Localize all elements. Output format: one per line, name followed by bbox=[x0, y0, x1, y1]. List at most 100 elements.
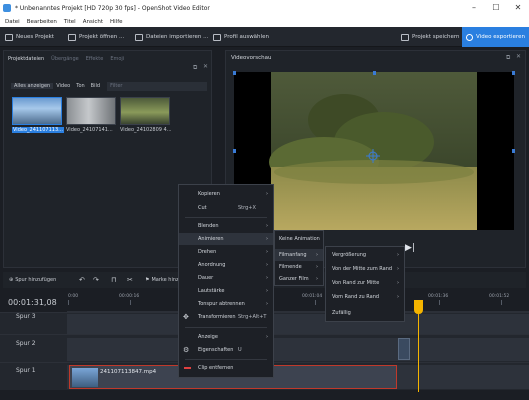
menu-title[interactable]: Titel bbox=[64, 19, 76, 25]
close-panel-icon[interactable]: ✕ bbox=[203, 63, 208, 70]
minimize-icon[interactable]: – bbox=[463, 0, 485, 16]
menu-item-layout[interactable]: Anordnung › bbox=[179, 259, 273, 271]
submenu-arrow-icon: › bbox=[266, 191, 268, 197]
file-thumbnail[interactable] bbox=[120, 97, 170, 125]
open-project-label: Projekt öffnen ... bbox=[79, 34, 125, 40]
file-thumbnail[interactable] bbox=[12, 97, 62, 125]
timeline-clip[interactable] bbox=[398, 338, 410, 360]
menu-item-label: Tonspur abtrennen bbox=[198, 301, 245, 307]
menu-item-edge-to-center[interactable]: Von Rand zur Mitte › bbox=[326, 277, 404, 289]
submenu-arrow-icon: › bbox=[316, 264, 318, 270]
submenu-arrow-icon: › bbox=[316, 252, 318, 258]
menu-item-cut[interactable]: Cut Strg+X bbox=[179, 202, 273, 214]
import-icon bbox=[135, 33, 143, 41]
clip-thumbnail bbox=[72, 368, 98, 387]
redo-icon[interactable]: ↷ bbox=[93, 274, 99, 286]
add-track-button[interactable]: ⊕ Spur hinzufügen bbox=[9, 274, 56, 286]
filter-all[interactable]: Alles anzeigen bbox=[11, 83, 54, 89]
close-icon[interactable]: ✕ bbox=[507, 0, 529, 16]
timeline-scrollbar[interactable] bbox=[68, 392, 529, 400]
menu-item-end[interactable]: Filmende › bbox=[275, 261, 323, 273]
menu-item-zoom[interactable]: Vergrößerung › bbox=[326, 249, 404, 261]
transform-handle[interactable] bbox=[512, 149, 515, 153]
menu-item-volume[interactable]: Lautstärke › bbox=[179, 285, 273, 297]
menu-item-duration[interactable]: Dauer › bbox=[179, 272, 273, 284]
menu-item-display[interactable]: Anzeige › bbox=[179, 331, 273, 343]
maximize-icon[interactable]: ☐ bbox=[485, 0, 507, 16]
filter-input[interactable]: Filter bbox=[107, 81, 208, 91]
track-area[interactable] bbox=[67, 314, 529, 334]
filter-video[interactable]: Video bbox=[53, 83, 73, 89]
menu-edit[interactable]: Bearbeiten bbox=[27, 19, 57, 25]
menu-item-remove-clip[interactable]: Clip entfernen bbox=[179, 362, 273, 374]
transform-handle[interactable] bbox=[512, 71, 515, 75]
file-label: Video_24102809 4... bbox=[120, 127, 172, 133]
menu-item-label: Ganzer Film bbox=[279, 276, 309, 282]
tab-transitions[interactable]: Übergänge bbox=[51, 56, 79, 62]
file-thumbnail[interactable] bbox=[66, 97, 116, 125]
undo-icon[interactable]: ↶ bbox=[79, 274, 85, 286]
import-files-button[interactable]: Dateien importieren ... bbox=[135, 30, 208, 44]
menu-view[interactable]: Ansicht bbox=[83, 19, 103, 25]
razor-icon[interactable]: ✂ bbox=[127, 274, 133, 286]
menu-item-no-animation[interactable]: Keine Animation bbox=[275, 233, 323, 245]
menu-item-label: Dauer bbox=[198, 275, 214, 281]
submenu-arrow-icon: › bbox=[397, 294, 399, 300]
menu-item-transform[interactable]: ✥ Transformieren Strg+Alt+T bbox=[179, 311, 273, 323]
video-frame[interactable] bbox=[233, 71, 515, 230]
menu-item-fade[interactable]: Blenden › bbox=[179, 220, 273, 232]
menu-file[interactable]: Datei bbox=[5, 19, 20, 25]
menu-item-label: Vergrößerung bbox=[332, 252, 367, 258]
menu-item-start[interactable]: Filmanfang › bbox=[275, 249, 323, 261]
submenu-arrow-icon: › bbox=[266, 334, 268, 340]
save-project-label: Projekt speichern bbox=[412, 34, 460, 40]
open-project-button[interactable]: Projekt öffnen ... bbox=[68, 30, 124, 44]
snap-icon[interactable]: ⊓ bbox=[111, 274, 116, 286]
folder-icon bbox=[68, 33, 76, 41]
import-files-label: Dateien importieren ... bbox=[146, 34, 209, 40]
menu-item-copy[interactable]: Kopieren › bbox=[179, 188, 273, 200]
crosshair-icon[interactable] bbox=[366, 149, 380, 163]
next-frame-icon[interactable]: ▶| bbox=[405, 243, 415, 253]
ruler-tick bbox=[315, 300, 316, 305]
transform-handle[interactable] bbox=[373, 71, 376, 75]
transform-handle[interactable] bbox=[233, 71, 236, 75]
close-panel-icon[interactable]: ✕ bbox=[516, 53, 521, 60]
clip-label: 241107113847.mp4 bbox=[100, 369, 157, 375]
float-panel-icon[interactable]: ⧉ bbox=[193, 64, 197, 72]
menu-item-edge-to-edge[interactable]: Vom Rand zu Rand › bbox=[326, 291, 404, 303]
submenu-arrow-icon: › bbox=[266, 288, 268, 294]
menu-item-rotate[interactable]: Drehen › bbox=[179, 246, 273, 258]
menu-item-label: Von der Mitte zum Rand bbox=[332, 266, 393, 272]
track-label: Spur 2 bbox=[16, 340, 36, 347]
filter-image[interactable]: Bild bbox=[88, 83, 103, 89]
transform-handle[interactable] bbox=[233, 149, 236, 153]
filter-audio[interactable]: Ton bbox=[73, 83, 87, 89]
menu-item-separate-audio[interactable]: Tonspur abtrennen › bbox=[179, 298, 273, 310]
menu-item-entire[interactable]: Ganzer Film › bbox=[275, 273, 323, 285]
menu-item-label: Anordnung bbox=[198, 262, 226, 268]
menu-item-center-to-edge[interactable]: Von der Mitte zum Rand › bbox=[326, 263, 404, 275]
tab-emoji[interactable]: Emoji bbox=[110, 56, 124, 62]
menu-item-properties[interactable]: ⚙ Eigenschaften U bbox=[179, 344, 273, 356]
menu-item-animate[interactable]: Animieren › bbox=[179, 233, 273, 245]
menu-help[interactable]: Hilfe bbox=[110, 19, 123, 25]
move-icon: ✥ bbox=[183, 313, 189, 321]
save-project-button[interactable]: Projekt speichern bbox=[401, 30, 460, 44]
float-panel-icon[interactable]: ⧉ bbox=[506, 54, 510, 62]
export-video-label: Video exportieren bbox=[476, 34, 525, 40]
export-video-button[interactable]: Video exportieren bbox=[462, 27, 529, 47]
menu-item-shortcut: Strg+Alt+T bbox=[238, 314, 267, 320]
new-file-icon bbox=[5, 33, 13, 41]
timeline-ruler[interactable]: 0:00 00:00:16 00:01:04 00:01:20 00:01:36… bbox=[67, 290, 529, 312]
playhead-handle[interactable] bbox=[414, 300, 423, 314]
menu-item-random[interactable]: Zufällig bbox=[326, 307, 404, 319]
choose-profile-button[interactable]: Profil auswählen bbox=[213, 30, 269, 44]
clip-context-menu: Kopieren › Cut Strg+X Blenden › Animieren › … bbox=[178, 184, 274, 378]
new-project-button[interactable]: Neues Projekt bbox=[5, 30, 54, 44]
new-project-label: Neues Projekt bbox=[16, 34, 54, 40]
menu-item-label: Zufällig bbox=[332, 310, 351, 316]
track-area[interactable] bbox=[67, 338, 529, 361]
tab-effects[interactable]: Effekte bbox=[86, 56, 104, 62]
tab-project-files[interactable]: Projektdateien bbox=[8, 56, 44, 62]
